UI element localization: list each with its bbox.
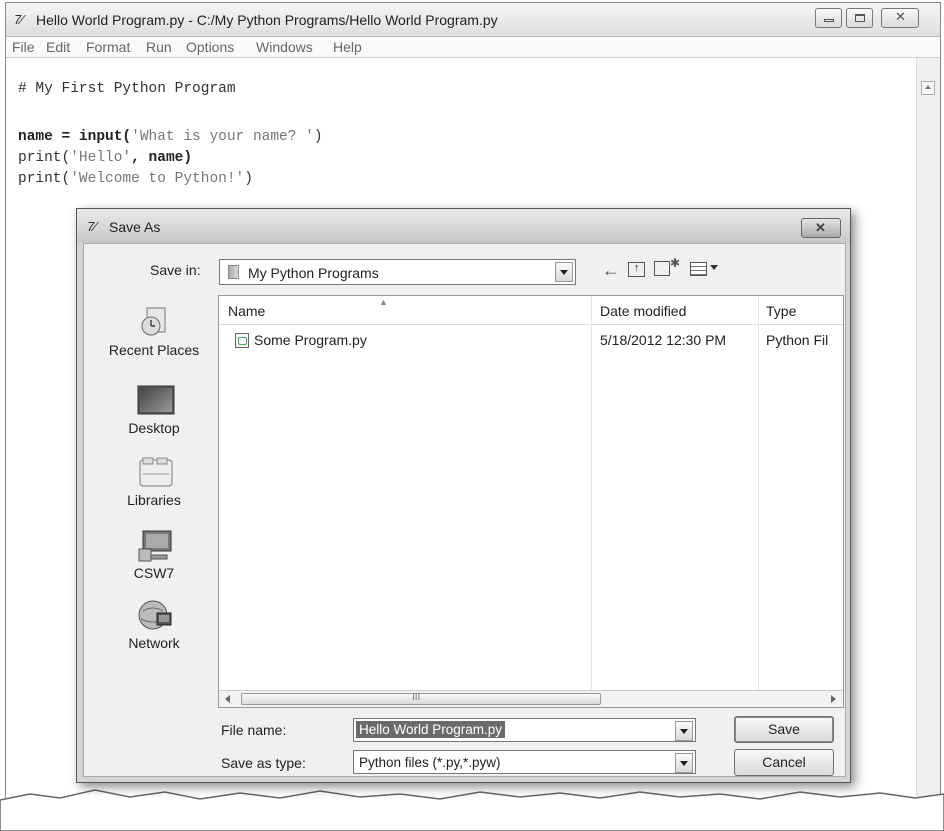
column-divider[interactable] bbox=[758, 296, 759, 707]
code-token: , name) bbox=[131, 150, 193, 166]
file-type: Python Fil bbox=[766, 332, 829, 348]
list-header: Name ▲ Date modified Type bbox=[219, 296, 843, 325]
up-folder-icon[interactable]: ↑ bbox=[628, 262, 645, 277]
desktop-icon bbox=[137, 385, 175, 415]
scroll-up-icon[interactable] bbox=[921, 81, 935, 95]
menu-bar: File Edit Format Run Options Windows Hel… bbox=[6, 37, 940, 58]
dialog-title: Save As bbox=[109, 219, 161, 235]
file-name: Some Program.py bbox=[254, 332, 367, 348]
menu-run[interactable]: Run bbox=[146, 39, 172, 55]
dialog-title-bar[interactable]: 7⁄ Save As ✕ bbox=[77, 209, 850, 243]
save-in-label: Save in: bbox=[150, 262, 201, 278]
column-header-type[interactable]: Type bbox=[766, 303, 796, 319]
menu-file[interactable]: File bbox=[12, 39, 35, 55]
code-line-print-welcome: print('Welcome to Python!') bbox=[18, 171, 253, 187]
menu-windows[interactable]: Windows bbox=[256, 39, 313, 55]
save-in-value: My Python Programs bbox=[248, 265, 379, 281]
file-name-value: Hello World Program.py bbox=[356, 721, 506, 738]
place-label: Desktop bbox=[128, 420, 180, 436]
close-icon: ✕ bbox=[815, 220, 826, 235]
file-row[interactable]: Some Program.py 5/18/2012 12:30 PM Pytho… bbox=[219, 330, 843, 352]
column-divider[interactable] bbox=[591, 296, 592, 707]
dialog-body: Save in: My Python Programs ← ↑ ✱ Recent… bbox=[83, 243, 846, 777]
menu-edit[interactable]: Edit bbox=[46, 39, 70, 55]
close-icon: ✕ bbox=[895, 9, 906, 24]
python-file-icon bbox=[235, 333, 249, 348]
chevron-down-icon[interactable] bbox=[675, 753, 693, 773]
place-label: Libraries bbox=[127, 492, 181, 508]
code-string: 'What is your name? ' bbox=[131, 129, 314, 145]
code-token: name = input( bbox=[18, 129, 132, 145]
save-button[interactable]: Save bbox=[734, 716, 834, 743]
scroll-thumb[interactable]: III bbox=[241, 692, 601, 705]
window-title: Hello World Program.py - C:/My Python Pr… bbox=[36, 12, 498, 28]
code-line-print-hello: print('Hello', name) bbox=[18, 150, 192, 166]
code-token: print( bbox=[18, 171, 71, 187]
folder-icon bbox=[228, 265, 239, 279]
minimize-icon bbox=[824, 19, 834, 22]
place-label: Network bbox=[128, 635, 180, 651]
save-type-dropdown[interactable]: Python files (*.py,*.pyw) bbox=[353, 750, 696, 774]
code-token: ) bbox=[244, 171, 253, 187]
idle-title-bar[interactable]: 7⁄ Hello World Program.py - C:/My Python… bbox=[6, 3, 940, 37]
scroll-grip: III bbox=[412, 692, 421, 703]
new-folder-sparkle-icon: ✱ bbox=[670, 256, 681, 270]
tk-feather-icon: 7⁄ bbox=[14, 12, 24, 27]
recent-places-icon bbox=[141, 307, 166, 336]
new-folder-icon[interactable] bbox=[654, 261, 670, 276]
column-header-date[interactable]: Date modified bbox=[600, 303, 686, 319]
code-string: 'Hello' bbox=[70, 150, 132, 166]
menu-help[interactable]: Help bbox=[333, 39, 362, 55]
file-date: 5/18/2012 12:30 PM bbox=[600, 332, 727, 348]
menu-options[interactable]: Options bbox=[186, 39, 234, 55]
file-name-input[interactable]: Hello World Program.py bbox=[353, 718, 696, 742]
column-header-name[interactable]: Name bbox=[228, 303, 265, 319]
computer-icon bbox=[138, 530, 172, 562]
back-arrow-icon[interactable]: ← bbox=[602, 260, 620, 281]
sort-ascending-icon: ▲ bbox=[379, 297, 388, 307]
chevron-down-icon[interactable] bbox=[710, 265, 718, 270]
code-line-input: name = input('What is your name? ') bbox=[18, 129, 323, 145]
libraries-icon bbox=[139, 457, 173, 487]
code-string: 'Welcome to Python!' bbox=[70, 171, 245, 187]
chevron-down-icon[interactable] bbox=[555, 262, 573, 282]
maximize-button[interactable] bbox=[846, 8, 873, 28]
cancel-button[interactable]: Cancel bbox=[734, 749, 834, 776]
save-in-dropdown[interactable]: My Python Programs bbox=[219, 259, 576, 285]
menu-format[interactable]: Format bbox=[86, 39, 130, 55]
dialog-close-button[interactable]: ✕ bbox=[801, 218, 841, 238]
minimize-button[interactable] bbox=[815, 8, 842, 28]
views-menu-icon[interactable] bbox=[690, 262, 707, 276]
vertical-scrollbar[interactable] bbox=[916, 58, 940, 803]
save-type-label: Save as type: bbox=[221, 755, 306, 771]
scroll-left-icon[interactable] bbox=[225, 695, 230, 703]
maximize-icon bbox=[855, 14, 865, 22]
place-label: CSW7 bbox=[133, 565, 175, 581]
close-button[interactable]: ✕ bbox=[881, 8, 919, 28]
file-name-label: File name: bbox=[221, 722, 287, 738]
save-as-dialog: 7⁄ Save As ✕ Save in: My Python Programs… bbox=[76, 208, 851, 783]
file-list[interactable]: Name ▲ Date modified Type Some Program.p… bbox=[218, 295, 844, 708]
horizontal-scrollbar[interactable]: III bbox=[219, 690, 843, 707]
scroll-right-icon[interactable] bbox=[831, 695, 836, 703]
network-icon bbox=[138, 600, 172, 630]
tk-feather-icon: 7⁄ bbox=[87, 219, 97, 234]
chevron-down-icon[interactable] bbox=[675, 721, 693, 741]
code-token: ) bbox=[313, 129, 323, 145]
save-type-value: Python files (*.py,*.pyw) bbox=[359, 755, 501, 770]
place-label: Recent Places bbox=[108, 342, 200, 358]
code-line-comment: # My First Python Program bbox=[18, 81, 236, 97]
code-token: print( bbox=[18, 150, 71, 166]
